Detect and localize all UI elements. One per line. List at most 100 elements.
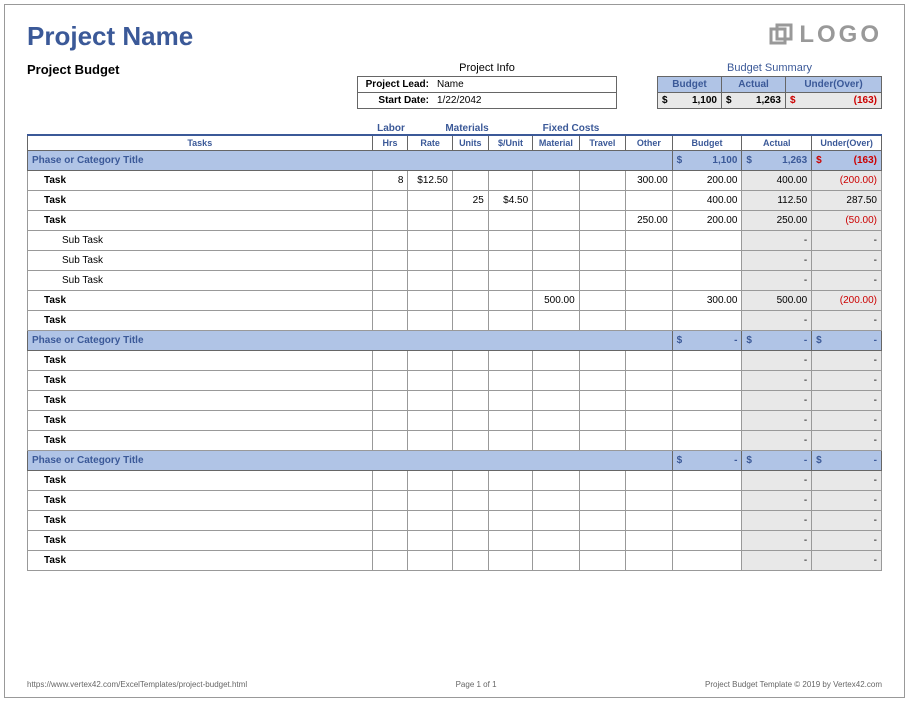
cell-underover: (50.00) [812, 211, 882, 231]
cell-underover: - [812, 351, 882, 371]
cell-other [626, 231, 673, 251]
cell-budget: 400.00 [672, 191, 742, 211]
budget-summary-table: Budget Actual Under(Over) $1,100 $1,263 … [657, 76, 882, 109]
project-info-title: Project Info [357, 62, 617, 74]
cell-actual: - [742, 351, 812, 371]
cell-units [452, 171, 488, 191]
cell-budget [672, 371, 742, 391]
cell-rate [408, 551, 452, 571]
cell-budget: 200.00 [672, 211, 742, 231]
cell-rate [408, 391, 452, 411]
phase-underover: $- [812, 331, 882, 351]
cell-other [626, 191, 673, 211]
cell-travel [579, 511, 626, 531]
col-other: Other [626, 135, 673, 151]
cell-other [626, 351, 673, 371]
col-travel: Travel [579, 135, 626, 151]
cell-perunit [488, 271, 532, 291]
cell-underover: - [812, 431, 882, 451]
phase-row: Phase or Category Title$-$-$- [28, 331, 882, 351]
cell-travel [579, 171, 626, 191]
cell-hrs [372, 551, 408, 571]
cell-perunit [488, 211, 532, 231]
phase-budget: $- [672, 331, 742, 351]
cell-hrs [372, 411, 408, 431]
phase-actual: $- [742, 331, 812, 351]
cell-perunit [488, 411, 532, 431]
cell-material [533, 191, 580, 211]
footer: https://www.vertex42.com/ExcelTemplates/… [27, 680, 882, 689]
cell-other [626, 511, 673, 531]
task-label: Task [28, 411, 373, 431]
cell-other [626, 491, 673, 511]
cell-hrs [372, 211, 408, 231]
cell-travel [579, 431, 626, 451]
phase-row: Phase or Category Title$1,100$1,263$(163… [28, 151, 882, 171]
cell-units [452, 431, 488, 451]
cell-underover: - [812, 471, 882, 491]
table-row: Task-- [28, 311, 882, 331]
task-label: Sub Task [28, 231, 373, 251]
cell-travel [579, 411, 626, 431]
cell-rate [408, 231, 452, 251]
summary-underover: $(163) [786, 93, 882, 109]
cell-other: 250.00 [626, 211, 673, 231]
cell-actual: 500.00 [742, 291, 812, 311]
budget-summary: Budget Summary Budget Actual Under(Over)… [657, 62, 882, 109]
project-info: Project Info Project Lead: Name Start Da… [357, 62, 617, 109]
phase-title: Phase or Category Title [28, 151, 673, 171]
cell-rate [408, 511, 452, 531]
cell-material [533, 371, 580, 391]
logo-text: LOGO [799, 21, 882, 49]
cell-budget [672, 391, 742, 411]
col-hrs: Hrs [372, 135, 408, 151]
logo: LOGO [769, 21, 882, 49]
col-underover: Under(Over) [812, 135, 882, 151]
cell-actual: - [742, 551, 812, 571]
phase-actual: $- [742, 451, 812, 471]
cell-hrs [372, 271, 408, 291]
table-row: Task-- [28, 491, 882, 511]
cell-underover: 287.50 [812, 191, 882, 211]
cell-travel [579, 191, 626, 211]
subheader: Project Budget Project Info Project Lead… [27, 62, 882, 109]
cell-other [626, 531, 673, 551]
cell-material [533, 551, 580, 571]
cell-perunit [488, 351, 532, 371]
cell-budget [672, 411, 742, 431]
project-info-box: Project Lead: Name Start Date: 1/22/2042 [357, 76, 617, 109]
cell-perunit: $4.50 [488, 191, 532, 211]
cell-travel [579, 471, 626, 491]
cell-other [626, 411, 673, 431]
cell-units [452, 511, 488, 531]
cell-actual: - [742, 471, 812, 491]
cell-rate [408, 371, 452, 391]
cell-hrs [372, 431, 408, 451]
task-label: Task [28, 371, 373, 391]
table-row: Task-- [28, 411, 882, 431]
logo-squares-icon [769, 23, 793, 47]
group-headers: Labor Materials Fixed Costs [27, 123, 882, 134]
cell-budget: 200.00 [672, 171, 742, 191]
task-label: Task [28, 431, 373, 451]
table-row: Task25$4.50400.00112.50287.50 [28, 191, 882, 211]
cell-underover: - [812, 391, 882, 411]
cell-material [533, 231, 580, 251]
cell-material [533, 171, 580, 191]
cell-rate [408, 291, 452, 311]
col-budget: Budget [672, 135, 742, 151]
table-row: Sub Task-- [28, 231, 882, 251]
phase-title: Phase or Category Title [28, 451, 673, 471]
cell-units [452, 411, 488, 431]
task-label: Task [28, 471, 373, 491]
cell-perunit [488, 511, 532, 531]
cell-perunit [488, 551, 532, 571]
main-table-wrap: Labor Materials Fixed Costs Tasks Hrs Ra… [27, 123, 882, 571]
cell-rate [408, 191, 452, 211]
cell-budget [672, 231, 742, 251]
table-row: Task-- [28, 371, 882, 391]
info-value-lead: Name [433, 77, 468, 92]
cell-actual: - [742, 531, 812, 551]
cell-other [626, 271, 673, 291]
cell-actual: - [742, 511, 812, 531]
